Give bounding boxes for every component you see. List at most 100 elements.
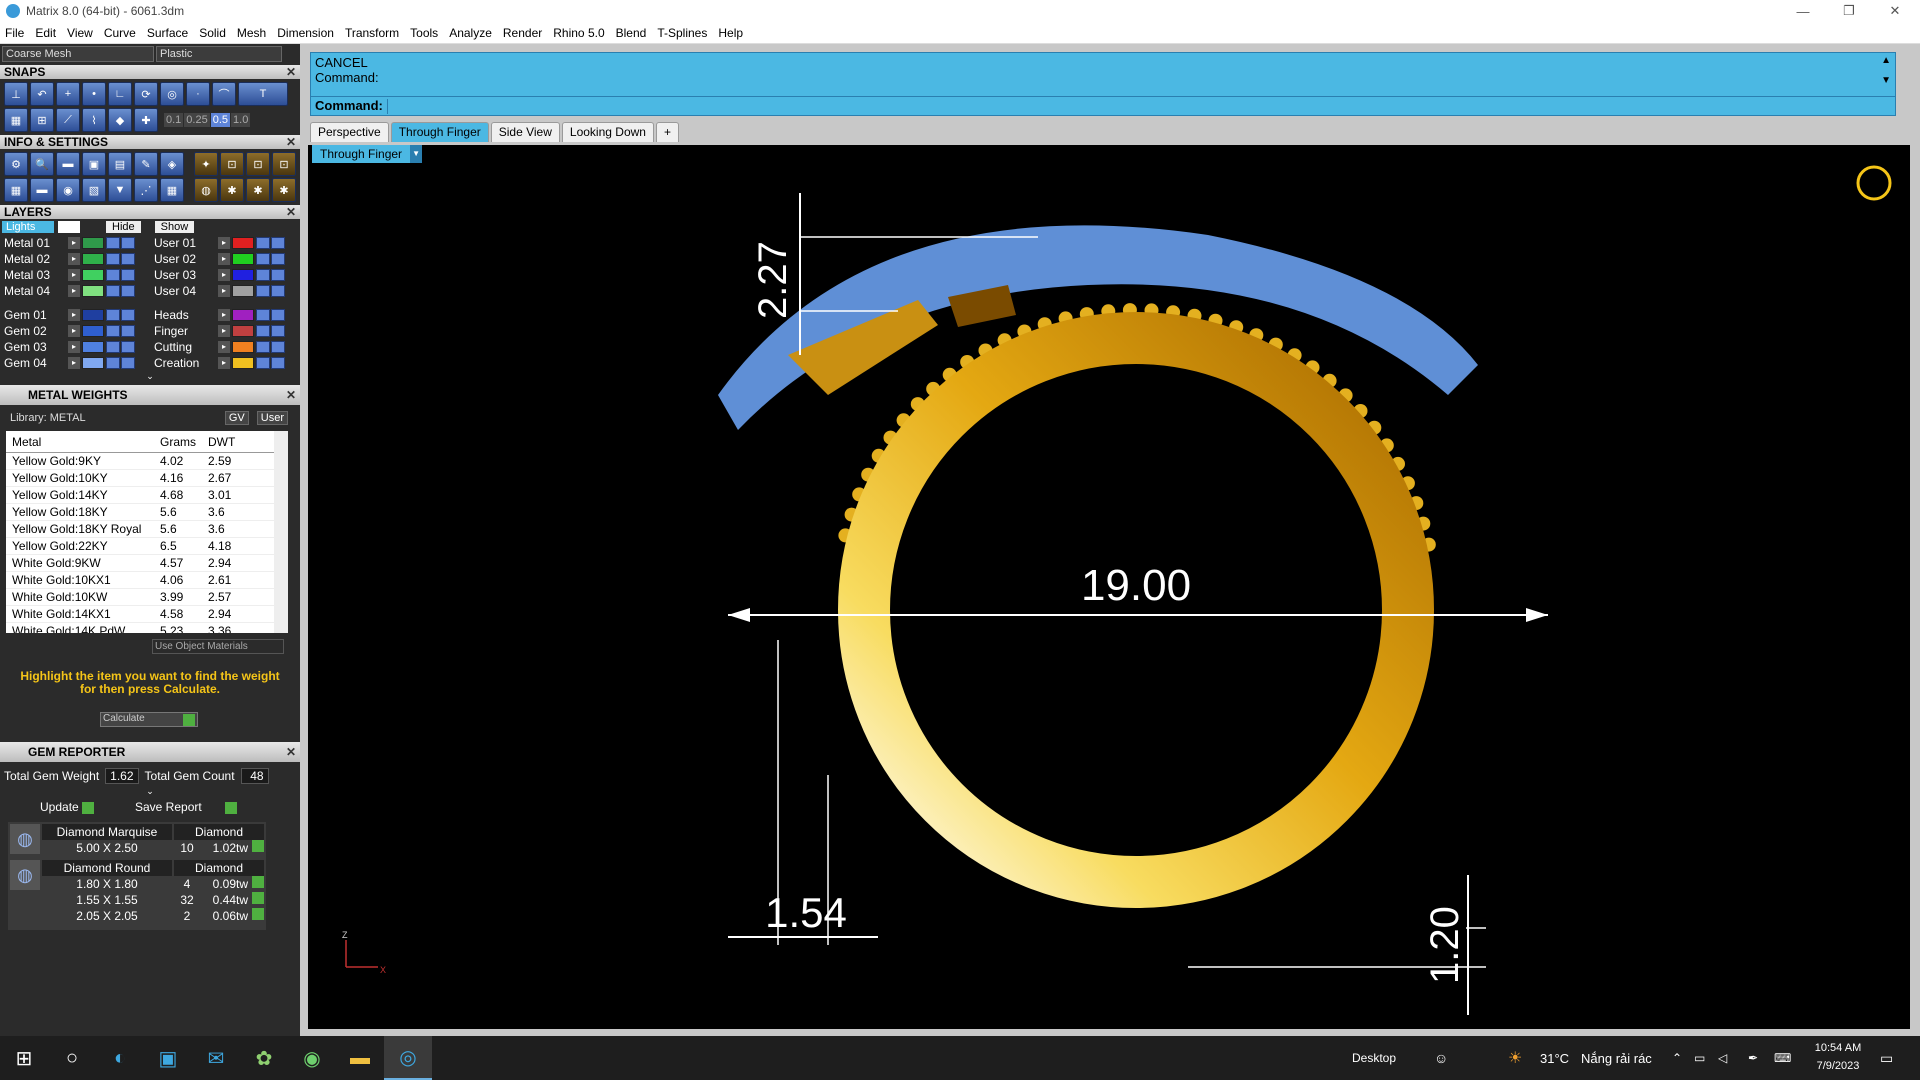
search-icon[interactable]: ○: [48, 1036, 96, 1080]
layer-row[interactable]: Metal 01 ▸: [0, 235, 150, 251]
layer-row[interactable]: Metal 02 ▸: [0, 251, 150, 267]
table-row[interactable]: Yellow Gold:14KY 4.68 3.01: [6, 487, 274, 504]
table-row[interactable]: White Gold:9KW 4.57 2.94: [6, 555, 274, 572]
layout-icon[interactable]: ▣: [82, 152, 106, 176]
table-row[interactable]: White Gold:10KW 3.99 2.57: [6, 589, 274, 606]
command-input[interactable]: [387, 99, 1877, 114]
layer-color-swatch[interactable]: [82, 309, 104, 321]
chevron-right-icon[interactable]: ▸: [218, 253, 230, 265]
chevron-right-icon[interactable]: ▸: [218, 357, 230, 369]
visible-icon[interactable]: [271, 309, 285, 321]
lock-icon[interactable]: [256, 341, 270, 353]
minimize-button[interactable]: —: [1780, 0, 1826, 22]
chevron-right-icon[interactable]: ▸: [218, 269, 230, 281]
lock-icon[interactable]: [106, 357, 120, 369]
visible-icon[interactable]: [271, 237, 285, 249]
chevron-right-icon[interactable]: ▸: [218, 237, 230, 249]
tools-icon[interactable]: ✱: [220, 178, 244, 202]
clock-date[interactable]: 7/9/2023: [1808, 1060, 1868, 1072]
app-icon[interactable]: ✿: [240, 1036, 288, 1080]
clock-time[interactable]: 10:54 AM: [1808, 1042, 1868, 1054]
close-icon[interactable]: ✕: [286, 385, 296, 405]
settings-icon[interactable]: ⚙: [4, 152, 28, 176]
lock-icon[interactable]: [256, 285, 270, 297]
play-icon[interactable]: [252, 840, 264, 852]
layer-row[interactable]: User 04 ▸: [150, 283, 300, 299]
node-icon[interactable]: ⋰: [134, 178, 158, 202]
chevron-right-icon[interactable]: ▸: [68, 309, 80, 321]
lock-icon[interactable]: [106, 325, 120, 337]
layer-color-swatch[interactable]: [82, 285, 104, 297]
table-row[interactable]: White Gold:14K PdW 5.23 3.36: [6, 623, 274, 633]
gv-button[interactable]: GV: [224, 411, 249, 425]
snap-tan-icon[interactable]: ⟳: [134, 82, 158, 106]
edit-icon[interactable]: ✎: [134, 152, 158, 176]
gumball-icon[interactable]: ✚: [134, 108, 158, 132]
gem-row[interactable]: 5.00 X 2.50 10 1.02tw: [42, 840, 264, 856]
layer-row[interactable]: User 02 ▸: [150, 251, 300, 267]
layer-row[interactable]: Gem 01 ▸: [0, 307, 150, 323]
windows-start-icon[interactable]: ⊞: [0, 1036, 48, 1080]
grams-column-header[interactable]: Grams: [156, 431, 204, 452]
filter-icon[interactable]: ▼: [108, 178, 132, 202]
layer-row[interactable]: Cutting ▸: [150, 339, 300, 355]
inspect-icon[interactable]: 🔍: [30, 152, 54, 176]
show-button[interactable]: Show: [154, 221, 195, 233]
layer-color-swatch[interactable]: [232, 285, 254, 297]
menu-analyze[interactable]: Analyze: [448, 26, 493, 40]
layer-row[interactable]: Metal 03 ▸: [0, 267, 150, 283]
project-icon[interactable]: ◆: [108, 108, 132, 132]
mesh-quality-select[interactable]: Coarse Mesh: [2, 46, 154, 62]
layer-color-swatch[interactable]: [82, 357, 104, 369]
grid-icon[interactable]: ▦: [4, 108, 28, 132]
layer-row[interactable]: Finger ▸: [150, 323, 300, 339]
close-icon[interactable]: ✕: [286, 65, 296, 79]
lock-icon[interactable]: [256, 325, 270, 337]
close-icon[interactable]: ✕: [286, 742, 296, 762]
menu-transform[interactable]: Transform: [344, 26, 400, 40]
table-row[interactable]: Yellow Gold:10KY 4.16 2.67: [6, 470, 274, 487]
gem-icon[interactable]: ⊡: [272, 152, 296, 176]
ring-icon[interactable]: ◍: [194, 178, 218, 202]
visible-icon[interactable]: [121, 325, 135, 337]
layer-row[interactable]: User 03 ▸: [150, 267, 300, 283]
snap-center-icon[interactable]: ◎: [160, 82, 184, 106]
dimension-icon[interactable]: ⊡: [246, 152, 270, 176]
tab-perspective[interactable]: Perspective: [310, 122, 389, 142]
layer-color-swatch[interactable]: [82, 269, 104, 281]
chevron-right-icon[interactable]: ▸: [68, 237, 80, 249]
app-icon[interactable]: ◉: [288, 1036, 336, 1080]
grid-view-icon[interactable]: ▦: [4, 178, 28, 202]
layer-color-swatch[interactable]: [82, 237, 104, 249]
weather-description[interactable]: Nắng rải rác: [1581, 1051, 1652, 1066]
lock-icon[interactable]: [106, 253, 120, 265]
people-icon[interactable]: ☺: [1434, 1050, 1448, 1066]
gem-row[interactable]: 1.55 X 1.55 32 0.44tw: [42, 892, 264, 908]
save-report-button[interactable]: Save Report: [135, 800, 255, 814]
chevron-right-icon[interactable]: ▸: [218, 341, 230, 353]
lock-icon[interactable]: [256, 309, 270, 321]
layer-color-swatch[interactable]: [232, 309, 254, 321]
material-icon[interactable]: ◈: [160, 152, 184, 176]
draw-icon[interactable]: ⌇: [82, 108, 106, 132]
chevron-right-icon[interactable]: ▸: [68, 325, 80, 337]
chevron-right-icon[interactable]: ▸: [68, 357, 80, 369]
layer-row[interactable]: Gem 03 ▸: [0, 339, 150, 355]
snap-end-icon[interactable]: ⊥: [4, 82, 28, 106]
visible-icon[interactable]: [271, 253, 285, 265]
chevron-up-icon[interactable]: ⌃: [1672, 1051, 1682, 1065]
lock-icon[interactable]: [256, 237, 270, 249]
planar-icon[interactable]: ⟋: [56, 108, 80, 132]
save-icon[interactable]: ▤: [108, 152, 132, 176]
lock-icon[interactable]: [256, 269, 270, 281]
lock-icon[interactable]: [106, 269, 120, 281]
layer-color-swatch[interactable]: [82, 253, 104, 265]
chevron-right-icon[interactable]: ▸: [68, 341, 80, 353]
snap-perp-icon[interactable]: ∟: [108, 82, 132, 106]
visible-icon[interactable]: [271, 357, 285, 369]
visible-icon[interactable]: [121, 357, 135, 369]
visible-icon[interactable]: [271, 285, 285, 297]
snap-value[interactable]: 1.0: [231, 113, 251, 127]
keyboard-icon[interactable]: ⌨: [1774, 1051, 1791, 1065]
menu-render[interactable]: Render: [502, 26, 543, 40]
